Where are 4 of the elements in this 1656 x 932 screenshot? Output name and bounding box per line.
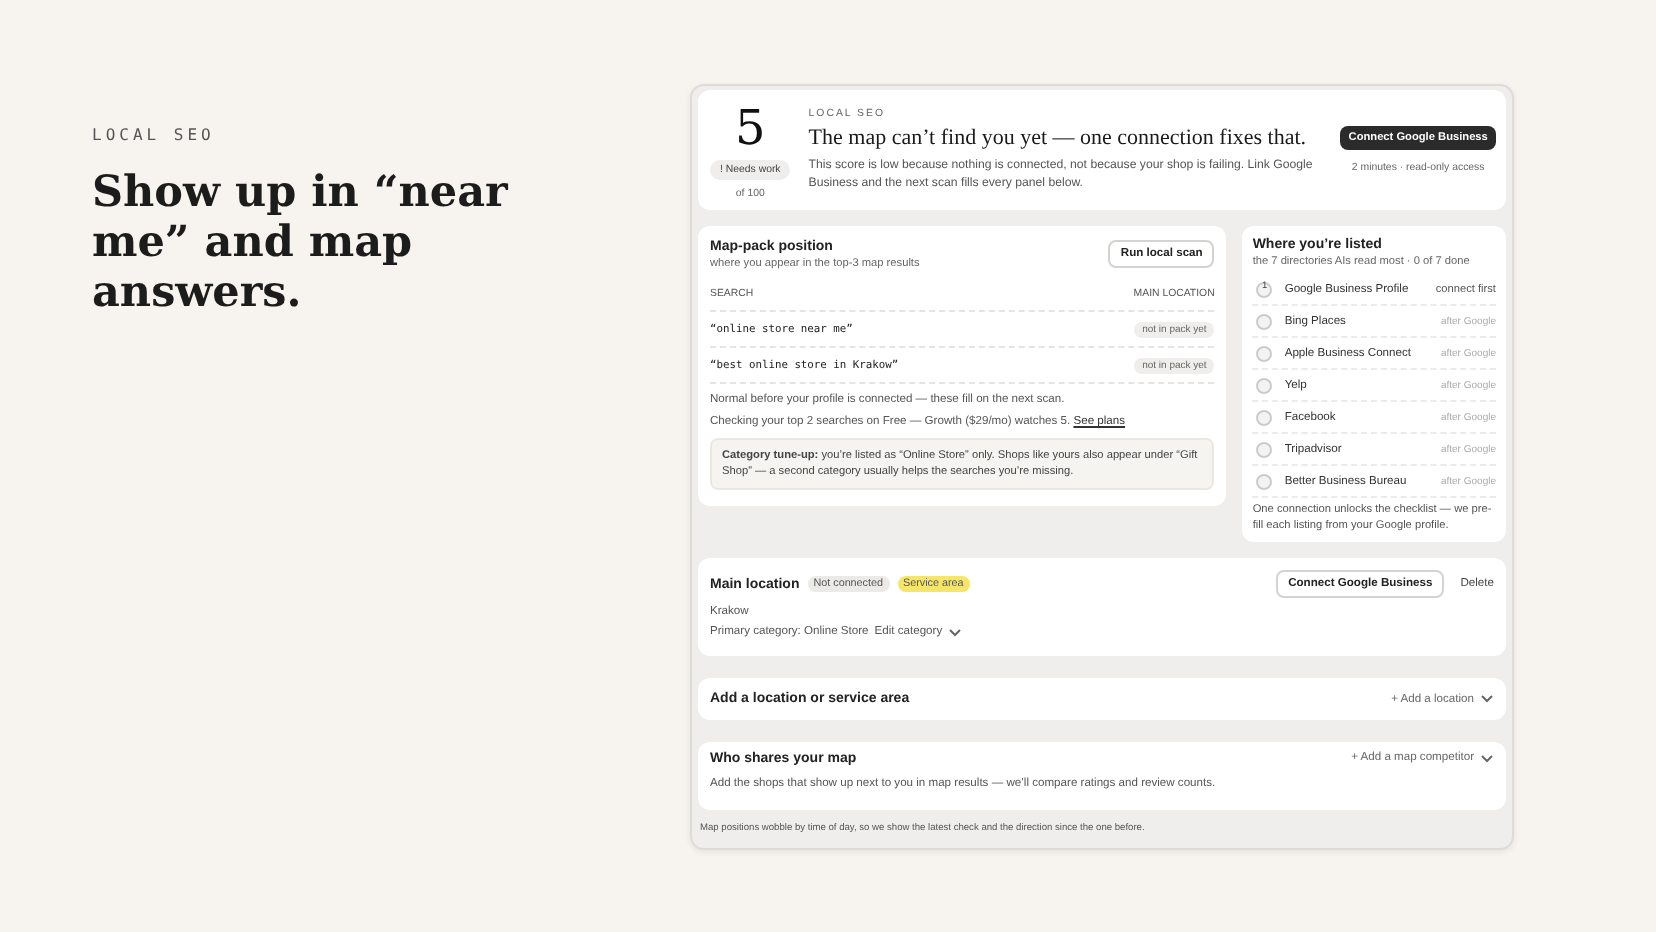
hero-heading: Show up in “near me” and map answers. <box>92 168 510 318</box>
eyebrow-label: LOCAL SEO <box>92 126 215 144</box>
card-headline: The map can’t find you yet — one connection fixes that. <box>808 126 1309 150</box>
score-value: 5 <box>735 101 766 153</box>
